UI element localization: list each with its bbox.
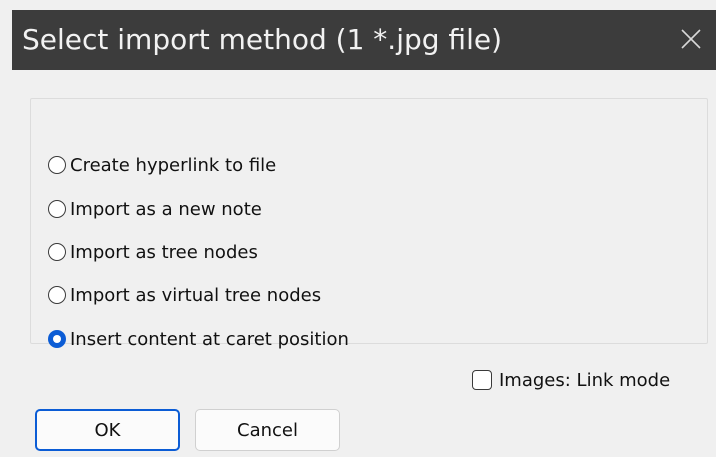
import-method-dialog: Select import method (1 *.jpg file) Crea… — [0, 0, 716, 457]
radio-button[interactable] — [48, 286, 66, 304]
radio-button[interactable] — [48, 243, 66, 261]
images-link-mode-label: Images: Link mode — [499, 369, 671, 391]
radio-button-checked[interactable] — [48, 330, 66, 348]
title-bar: Select import method (1 *.jpg file) — [12, 10, 716, 70]
option-import-tree-nodes[interactable]: Import as tree nodes — [48, 238, 258, 266]
images-link-mode-checkbox-row[interactable]: Images: Link mode — [472, 366, 670, 394]
option-import-virtual-tree-nodes[interactable]: Import as virtual tree nodes — [48, 281, 321, 309]
radio-button[interactable] — [48, 200, 66, 218]
option-label: Import as tree nodes — [70, 241, 258, 263]
cancel-button[interactable]: Cancel — [195, 409, 340, 451]
option-label: Import as a new note — [70, 198, 262, 220]
option-label: Import as virtual tree nodes — [70, 284, 322, 306]
ok-button[interactable]: OK — [35, 409, 180, 451]
close-icon[interactable] — [678, 26, 704, 52]
option-insert-at-caret[interactable]: Insert content at caret position — [48, 325, 349, 353]
import-options-group: Create hyperlink to file Import as a new… — [30, 98, 708, 350]
option-label: Create hyperlink to file — [70, 154, 277, 176]
option-label: Insert content at caret position — [70, 328, 349, 350]
option-import-new-note[interactable]: Import as a new note — [48, 195, 262, 223]
dialog-title: Select import method (1 *.jpg file) — [22, 23, 502, 56]
images-link-mode-checkbox[interactable] — [472, 370, 492, 390]
dialog-content: Create hyperlink to file Import as a new… — [12, 70, 716, 457]
option-create-hyperlink[interactable]: Create hyperlink to file — [48, 151, 276, 179]
radio-button[interactable] — [48, 156, 66, 174]
